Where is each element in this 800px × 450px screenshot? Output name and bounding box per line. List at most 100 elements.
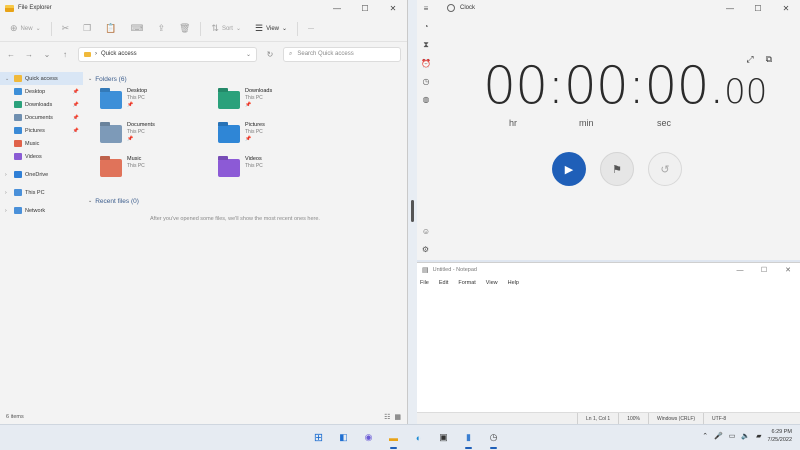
refresh-icon[interactable]: ↻ (265, 50, 275, 59)
menu-item[interactable]: Help (508, 280, 519, 286)
chevron-down-icon[interactable]: ⌄ (246, 51, 251, 58)
nav-item[interactable]: ⌄ Quick access (0, 72, 83, 85)
stopwatch-icon[interactable]: ◷ (423, 77, 430, 86)
clock-titlebar: Clock (447, 4, 475, 12)
chevron-right-icon[interactable]: › (5, 208, 11, 214)
start-button[interactable]: ▶ (552, 152, 586, 186)
nav-item[interactable]: › OneDrive (0, 168, 83, 181)
folder-name: Pictures (245, 122, 265, 128)
close-button[interactable]: ✕ (379, 0, 407, 16)
chat-button[interactable]: ◉ (360, 429, 377, 446)
focus-sessions-icon[interactable]: ◔ (424, 22, 429, 31)
address-bar[interactable]: › Quick access ⌄ (78, 46, 257, 62)
recent-locations-icon[interactable]: ⌄ (42, 50, 52, 59)
folder-tile[interactable]: Downloads This PC 📌 (218, 88, 336, 118)
cut-button[interactable]: ✂ (58, 21, 74, 37)
pin-icon: 📌 (127, 102, 134, 108)
folder-tile[interactable]: Desktop This PC 📌 (100, 88, 218, 118)
taskbar-clock-readout[interactable]: 6:29 PM 7/25/2022 (768, 428, 792, 444)
minimize-button[interactable]: — (323, 0, 351, 16)
see-more-button[interactable]: ··· (304, 21, 318, 37)
stopwatch-fraction-digits: 00 (724, 72, 768, 112)
folder-tile[interactable]: Pictures This PC 📌 (218, 122, 336, 152)
start-button[interactable]: ⊞ (310, 429, 327, 446)
widgets-button[interactable]: ◧ (335, 429, 352, 446)
search-box[interactable]: ⌕ Search Quick access (283, 46, 401, 62)
tiles-view-icon[interactable]: ▦ (394, 413, 401, 421)
folder-tile[interactable]: Music This PC (100, 156, 218, 186)
clock-icon: ◷ (489, 432, 498, 442)
notepad-text-area[interactable] (417, 289, 800, 411)
nav-item[interactable]: Documents 📌 (0, 111, 83, 124)
taskbar-clock[interactable]: ◷ (485, 429, 502, 449)
flag-icon: ⚑ (612, 163, 622, 176)
nav-item[interactable]: Music (0, 137, 83, 150)
pin-icon: 📌 (245, 136, 252, 142)
chevron-down-icon[interactable]: ⌄ (5, 76, 11, 82)
account-icon[interactable]: ☺ (422, 227, 430, 236)
sort-button[interactable]: ⇅ Sort ⌄ (207, 21, 245, 37)
nav-item[interactable]: Videos (0, 150, 83, 163)
explorer-status-bar: 6 items ☷ ▦ (0, 410, 407, 424)
rename-button[interactable]: ⌨ (126, 21, 147, 37)
close-button[interactable]: ✕ (776, 263, 800, 277)
reset-button[interactable]: ↺ (648, 152, 682, 186)
maximize-button[interactable]: ☐ (351, 0, 379, 16)
nav-item[interactable]: Desktop 📌 (0, 85, 83, 98)
back-arrow-icon[interactable]: ← (6, 50, 16, 59)
nav-item[interactable]: › Network (0, 204, 83, 217)
settings-gear-icon[interactable]: ⚙ (422, 245, 430, 254)
world-clock-icon[interactable]: ◍ (423, 95, 430, 104)
menu-item[interactable]: Edit (439, 280, 448, 286)
share-button[interactable]: ⇪ (153, 21, 169, 37)
menu-item[interactable]: View (486, 280, 498, 286)
taskbar-edge[interactable]: ◐ (410, 429, 427, 446)
taskbar-time: 6:29 PM (771, 429, 792, 435)
timer-icon[interactable]: ⧗ (423, 40, 429, 50)
alarm-icon[interactable]: ⏰ (421, 59, 431, 68)
microphone-icon[interactable]: 🎤 (714, 432, 723, 440)
view-label: View (266, 25, 279, 32)
forward-arrow-icon[interactable]: → (24, 50, 34, 59)
notepad-window-controls: — ☐ ✕ (728, 263, 800, 277)
up-arrow-icon[interactable]: ↑ (60, 50, 70, 59)
nav-item[interactable]: › This PC (0, 186, 83, 199)
nav-item[interactable]: Pictures 📌 (0, 124, 83, 137)
network-icon[interactable]: ▭ (729, 432, 736, 440)
menu-item[interactable]: File (420, 280, 429, 286)
taskbar-store[interactable]: ▣ (435, 429, 452, 446)
taskbar-notepad[interactable]: ▮ (460, 429, 477, 449)
volume-icon[interactable]: 🔈 (741, 432, 750, 440)
new-button[interactable]: ⊕ New ⌄ (6, 21, 45, 37)
copy-button[interactable]: ❐ (79, 21, 95, 37)
battery-icon[interactable]: ▰ (756, 432, 761, 440)
close-button[interactable]: ✕ (772, 0, 800, 16)
folder-tile[interactable]: Documents This PC 📌 (100, 122, 218, 152)
view-button[interactable]: ☰ View ⌄ (251, 21, 291, 37)
chevron-up-icon[interactable]: ⌃ (702, 432, 708, 440)
folders-section-header[interactable]: ⌄ Folders (6) (86, 72, 404, 86)
minimize-button[interactable]: — (716, 0, 744, 16)
delete-button[interactable]: 🗑 (175, 21, 194, 37)
recent-files-section-header[interactable]: ⌄ Recent files (0) (86, 194, 404, 208)
toolbar-divider (50, 21, 52, 36)
maximize-button[interactable]: ☐ (752, 263, 776, 277)
menu-item[interactable]: Format (458, 280, 475, 286)
divider-grip[interactable] (411, 200, 414, 222)
chevron-right-icon[interactable]: › (5, 172, 11, 178)
maximize-button[interactable]: ☐ (744, 0, 772, 16)
lap-button[interactable]: ⚑ (600, 152, 634, 186)
sort-label: Sort (221, 25, 233, 32)
taskbar-file-explorer[interactable]: ▬ (385, 429, 402, 449)
hamburger-menu-icon[interactable]: ≡ (424, 4, 429, 13)
nav-item[interactable]: Downloads 📌 (0, 98, 83, 111)
snap-divider[interactable] (408, 0, 417, 424)
details-view-icon[interactable]: ☷ (384, 413, 390, 421)
folder-tile[interactable]: Videos This PC (218, 156, 336, 186)
minimize-button[interactable]: — (728, 263, 752, 277)
cut-icon: ✂ (61, 23, 70, 33)
chevron-right-icon[interactable]: › (5, 190, 11, 196)
address-chevron-icon: › (95, 51, 97, 57)
pin-icon: 📌 (127, 136, 134, 142)
paste-button[interactable]: 📋 (101, 21, 120, 37)
